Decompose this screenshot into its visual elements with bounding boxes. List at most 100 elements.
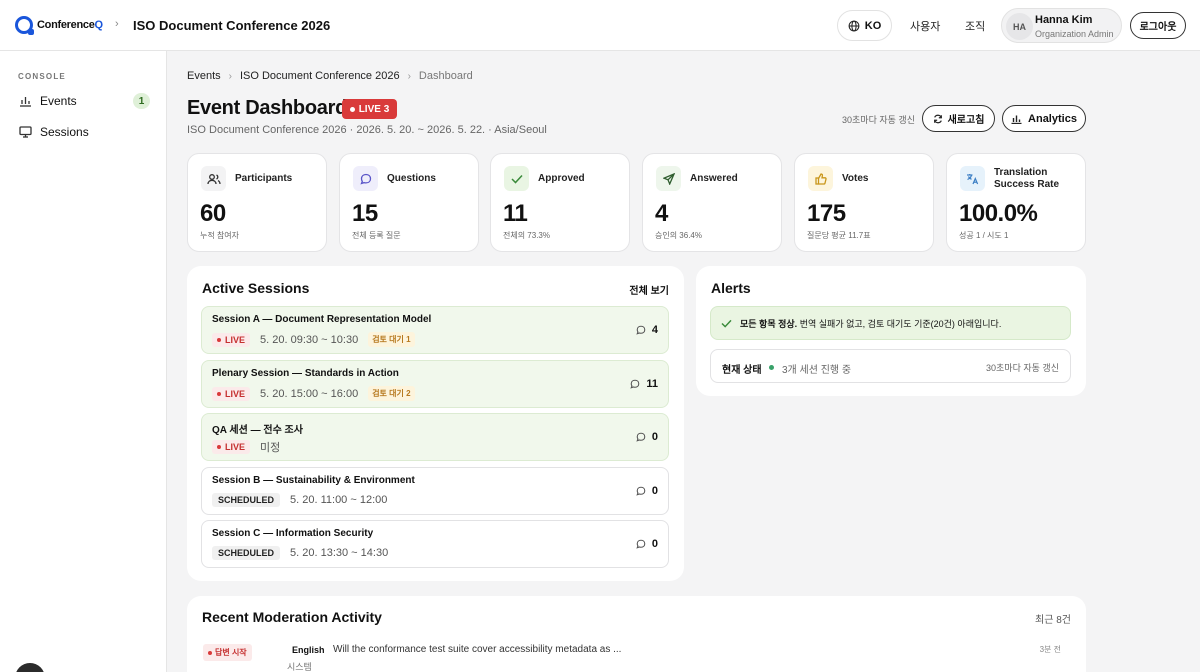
stat-value: 11	[503, 200, 528, 227]
status-label: 현재 상태	[722, 365, 762, 376]
stat-label: Votes	[842, 173, 869, 184]
answered-icon	[656, 166, 681, 191]
review-pending-tag: 검토 대기 1	[368, 332, 415, 347]
stat-caption: 승인의 36.4%	[655, 231, 702, 240]
translation-icon	[960, 166, 985, 191]
moderation-title: Recent Moderation Activity	[202, 609, 382, 625]
refresh-icon	[933, 114, 942, 123]
votes-icon	[808, 166, 833, 191]
sidebar-item-sessions[interactable]: Sessions	[18, 122, 150, 142]
nav-users[interactable]: 사용자	[910, 18, 940, 34]
session-row[interactable]: QA 세션 — 전수 조사 LIVE 미정 0	[201, 413, 669, 461]
comment-icon	[636, 486, 646, 496]
question-language: English	[292, 645, 325, 655]
sidebar-item-label: Events	[40, 94, 77, 108]
top-bar: ConferenceQ › ISO Document Conference 20…	[0, 0, 1200, 51]
auto-refresh-note: 30초마다 자동 갱신	[842, 115, 915, 125]
comment-icon	[636, 432, 646, 442]
alerts-panel: Alerts 모든 항목 정상. 번역 실패가 없고, 검토 대기도 기준(20…	[696, 266, 1086, 396]
page-title: Event Dashboard	[187, 97, 347, 119]
user-role: Organization Admin	[1035, 29, 1114, 39]
breadcrumb-event[interactable]: ISO Document Conference 2026	[240, 70, 400, 82]
session-name: Plenary Session — Standards in Action	[212, 368, 399, 379]
session-time: 5. 20. 13:30 ~ 14:30	[290, 547, 389, 559]
scheduled-badge: SCHEDULED	[212, 493, 281, 507]
stat-card-answered: Answered 4 승인의 36.4%	[642, 153, 782, 252]
user-name: Hanna Kim	[1035, 14, 1093, 26]
question-count: 0	[636, 538, 658, 550]
logo-icon	[15, 16, 34, 35]
refresh-button[interactable]: 새로고침	[922, 105, 995, 132]
active-sessions-panel: Active Sessions 전체 보기 Session A — Docume…	[187, 266, 684, 581]
alert-all-clear: 모든 항목 정상. 번역 실패가 없고, 검토 대기도 기준(20건) 아래입니…	[710, 306, 1071, 340]
sidebar: CONSOLE Events 1 Sessions	[0, 51, 167, 672]
comment-icon	[636, 325, 646, 335]
user-menu[interactable]: HA Hanna Kim Organization Admin	[1001, 8, 1122, 43]
logo-text: ConferenceQ	[37, 19, 103, 31]
session-name: Session B — Sustainability & Environment	[212, 475, 415, 486]
stat-card-approved: Approved 11 전체의 73.3%	[490, 153, 630, 252]
stat-caption: 질문당 평균 11.7표	[807, 231, 871, 240]
stat-label: Translation Success Rate	[994, 167, 1060, 190]
stat-value: 60	[200, 200, 226, 227]
view-all-link[interactable]: 전체 보기	[629, 282, 669, 297]
session-row[interactable]: Session C — Information Security SCHEDUL…	[201, 520, 669, 568]
moderation-actor: 시스템	[287, 662, 312, 672]
events-icon	[18, 94, 32, 108]
logout-button[interactable]: 로그아웃	[1130, 12, 1186, 39]
stat-value: 100.0%	[959, 200, 1038, 227]
question-count: 11	[630, 378, 658, 390]
bar-chart-icon	[1011, 115, 1022, 124]
stat-card-participants: Participants 60 누적 참여자	[187, 153, 327, 252]
stat-caption: 성공 1 / 시도 1	[959, 231, 1009, 240]
session-row[interactable]: Plenary Session — Standards in Action LI…	[201, 360, 669, 408]
status-refresh-note: 30초마다 자동 갱신	[986, 363, 1059, 373]
session-time: 5. 20. 09:30 ~ 10:30	[260, 333, 359, 346]
moderation-row[interactable]: 답변 시작 English Will the conformance test …	[201, 640, 1061, 672]
chevron-right-icon: ›	[407, 70, 411, 82]
stat-label: Participants	[235, 173, 293, 184]
stat-value: 4	[655, 200, 668, 227]
stat-label: Approved	[538, 173, 585, 184]
app-logo[interactable]: ConferenceQ	[15, 16, 103, 35]
stat-label: Answered	[690, 173, 738, 184]
moderation-count: 최근 8건	[1035, 615, 1071, 626]
participants-icon	[201, 166, 226, 191]
breadcrumb-events[interactable]: Events	[187, 70, 221, 82]
questions-icon	[353, 166, 378, 191]
check-icon	[721, 319, 732, 328]
live-count-badge: LIVE 3	[342, 99, 397, 119]
question-count: 4	[636, 324, 658, 336]
stat-caption: 전체 등록 질문	[352, 231, 401, 240]
stat-card-questions: Questions 15 전체 등록 질문	[339, 153, 479, 252]
question-count: 0	[636, 431, 658, 443]
live-badge: LIVE	[212, 332, 251, 347]
current-status: 현재 상태 3개 세션 진행 중 30초마다 자동 갱신	[710, 349, 1071, 383]
nav-org[interactable]: 조직	[965, 18, 985, 34]
breadcrumb-current: Dashboard	[418, 70, 473, 82]
status-dot-icon	[769, 365, 774, 370]
monitor-icon	[18, 125, 32, 139]
session-time: 5. 20. 11:00 ~ 12:00	[290, 494, 388, 506]
session-row[interactable]: Session A — Document Representation Mode…	[201, 306, 669, 354]
live-badge: LIVE	[212, 440, 251, 454]
question-count: 0	[636, 485, 658, 497]
sidebar-item-events[interactable]: Events 1	[18, 91, 150, 111]
stat-value: 175	[807, 200, 846, 227]
chevron-right-icon: ›	[115, 18, 119, 30]
session-name: Session C — Information Security	[212, 528, 374, 539]
moderation-panel: Recent Moderation Activity 최근 8건 답변 시작 E…	[187, 596, 1086, 672]
language-button[interactable]: KO	[837, 10, 892, 41]
session-time: 5. 20. 15:00 ~ 16:00	[260, 387, 359, 400]
globe-icon	[848, 20, 860, 31]
session-row[interactable]: Session B — Sustainability & Environment…	[201, 467, 669, 515]
status-value: 3개 세션 진행 중	[782, 365, 852, 376]
question-text: Will the conformance test suite cover ac…	[333, 644, 622, 655]
scheduled-badge: SCHEDULED	[212, 546, 281, 560]
stat-caption: 전체의 73.3%	[503, 231, 550, 240]
approved-icon	[504, 166, 529, 191]
alerts-title: Alerts	[711, 280, 751, 296]
sidebar-item-label: Sessions	[40, 125, 89, 139]
analytics-button[interactable]: Analytics	[1002, 105, 1086, 132]
session-name: QA 세션 — 전수 조사	[212, 425, 303, 436]
